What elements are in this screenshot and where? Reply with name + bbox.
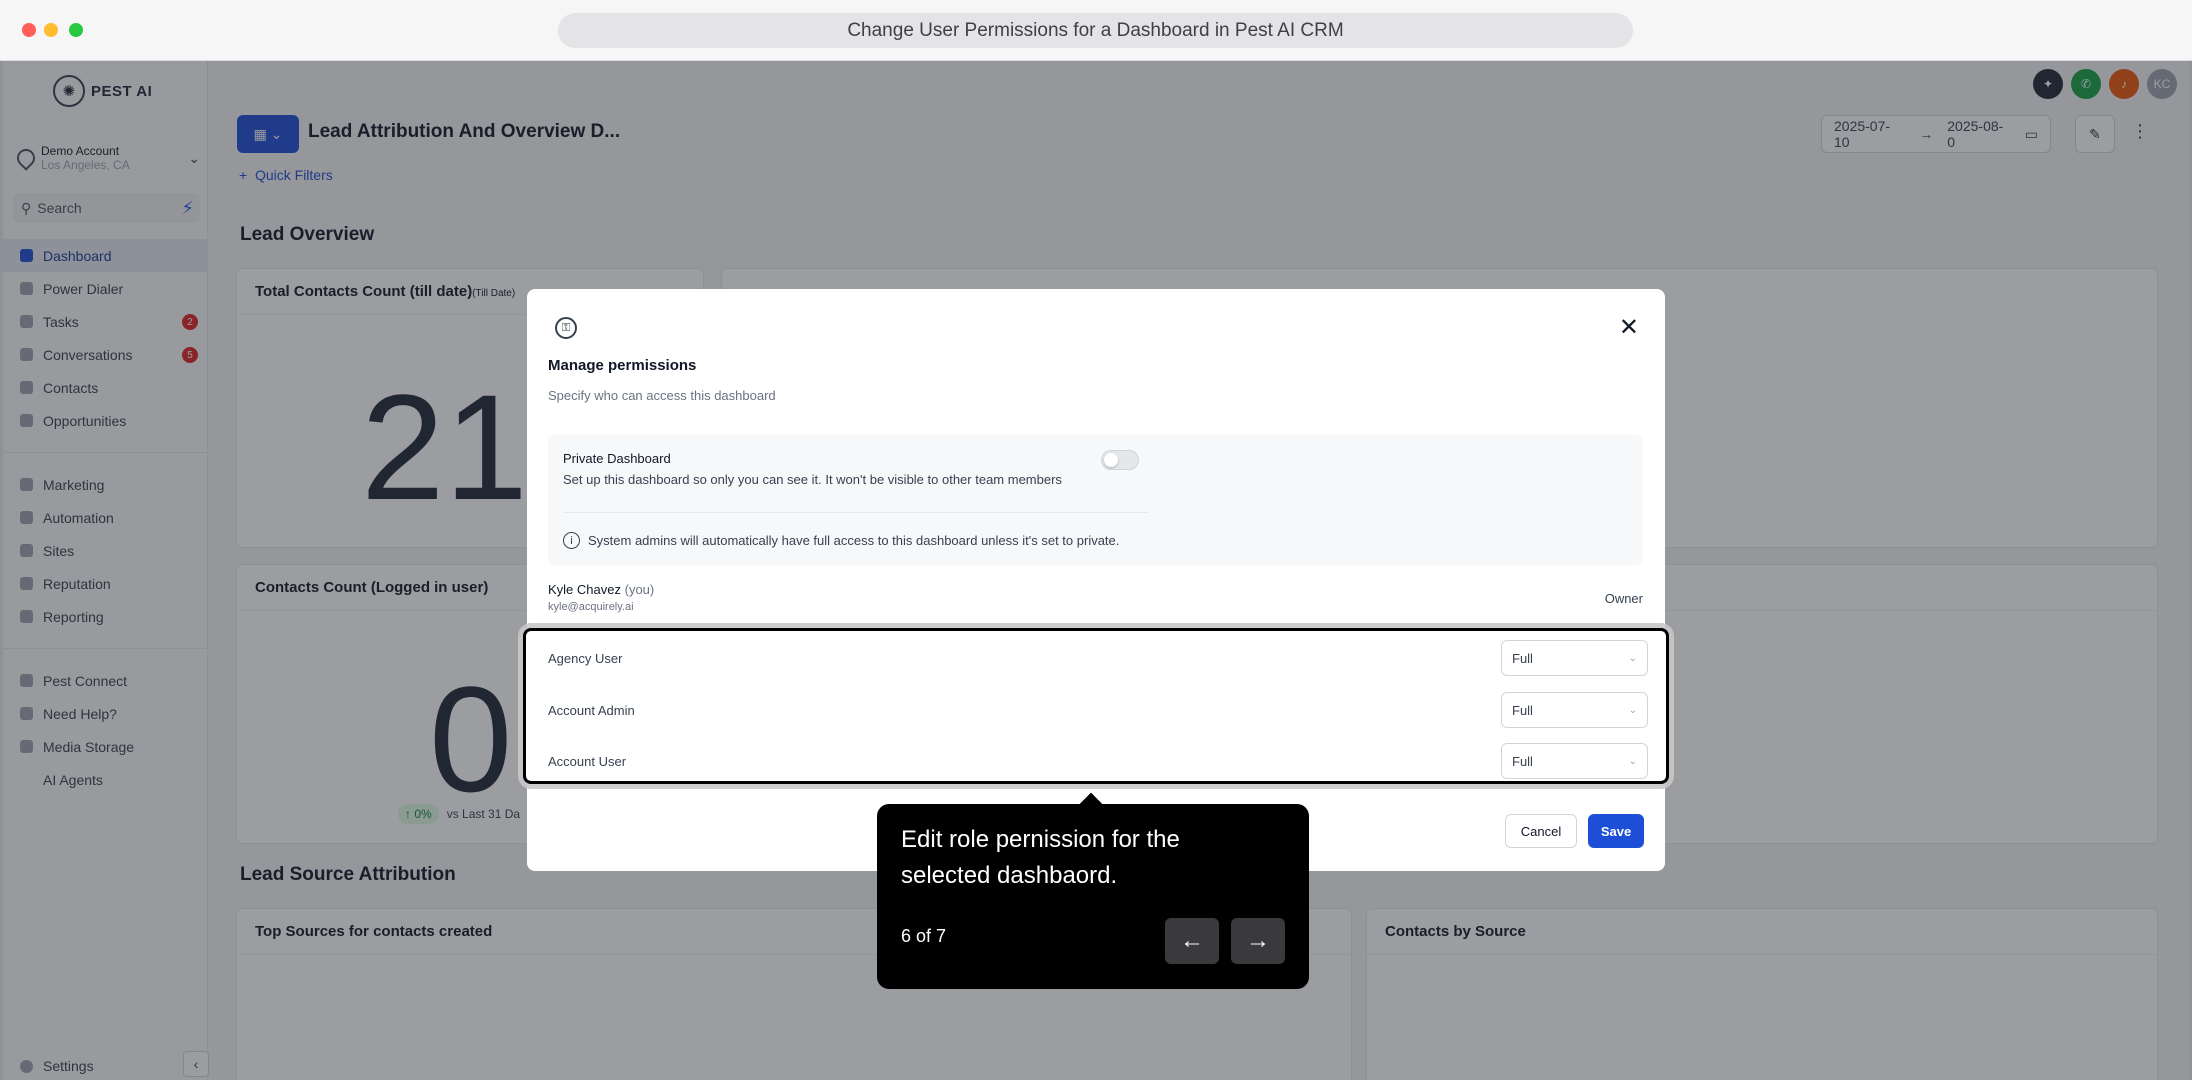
modal-title: Manage permissions — [548, 357, 697, 374]
save-button[interactable]: Save — [1588, 814, 1644, 848]
arrow-right-icon: → — [1246, 927, 1270, 954]
role-permissions-highlight: Agency User Full ⌄ Account Admin Full ⌄ Ac… — [523, 628, 1669, 784]
admin-info-note: i System admins will automatically have … — [563, 532, 1119, 549]
arrow-left-icon: ← — [1180, 927, 1204, 954]
private-dashboard-description: Set up this dashboard so only you can se… — [563, 472, 1062, 487]
role-row-agency-user: Agency User Full ⌄ — [548, 639, 1648, 677]
chevron-down-icon: ⌄ — [1628, 652, 1637, 664]
tooltip-text: Edit role pernission for the selected da… — [901, 826, 1180, 889]
address-bar[interactable]: Change User Permissions for a Dashboard … — [558, 13, 1633, 48]
owner-role: Owner — [1604, 591, 1643, 606]
info-icon: i — [563, 532, 580, 549]
tour-previous-button[interactable]: ← — [1165, 918, 1219, 964]
divider — [563, 512, 1148, 513]
tour-next-button[interactable]: → — [1231, 918, 1285, 964]
role-permission-select[interactable]: Full ⌄ — [1501, 743, 1648, 779]
window-close-dot[interactable] — [22, 23, 36, 37]
cancel-button[interactable]: Cancel — [1505, 814, 1577, 848]
tooltip-step-counter: 6 of 7 — [901, 926, 947, 946]
role-name: Account Admin — [548, 702, 635, 718]
role-permission-select[interactable]: Full ⌄ — [1501, 640, 1648, 676]
private-dashboard-label: Private Dashboard — [563, 451, 671, 466]
private-dashboard-section: Private Dashboard Set up this dashboard … — [548, 435, 1643, 565]
private-dashboard-toggle[interactable] — [1101, 450, 1139, 470]
chevron-down-icon: ⌄ — [1628, 755, 1637, 767]
role-permission-select[interactable]: Full ⌄ — [1501, 692, 1648, 728]
role-name: Account User — [548, 753, 627, 769]
owner-name: Kyle Chavez (you) — [548, 582, 655, 597]
role-name: Agency User — [548, 650, 623, 666]
guided-tour-tooltip: Edit role pernission for the selected da… — [877, 804, 1309, 989]
window-maximize-dot[interactable] — [69, 23, 83, 37]
role-row-account-admin: Account Admin Full ⌄ — [548, 691, 1648, 729]
modal-subtitle: Specify who can access this dashboard — [548, 388, 776, 403]
role-row-account-user: Account User Full ⌄ — [548, 742, 1648, 780]
chevron-down-icon: ⌄ — [1628, 704, 1637, 716]
lock-icon: ⚿ — [555, 317, 577, 339]
owner-email: kyle@acquirely.ai — [548, 601, 634, 613]
close-icon[interactable]: ✕ — [1619, 313, 1639, 342]
manage-permissions-modal: ⚿ ✕ Manage permissions Specify who can a… — [523, 289, 1669, 871]
window-minimize-dot[interactable] — [44, 23, 58, 37]
browser-chrome: Change User Permissions for a Dashboard … — [0, 0, 2192, 61]
